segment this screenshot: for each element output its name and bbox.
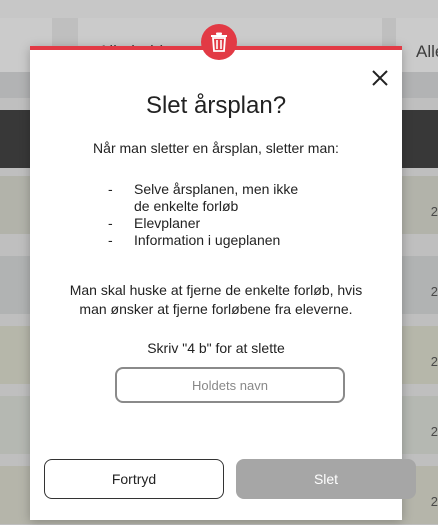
dialog-title: Slet årsplan?: [145, 92, 287, 119]
list-item: - Elevplaner: [108, 215, 201, 231]
dialog-intro: Når man sletter en årsplan, sletter man:: [93, 140, 339, 156]
delete-yearplan-dialog: Slet årsplan? Når man sletter en årsplan…: [30, 24, 416, 520]
close-icon[interactable]: [368, 66, 392, 90]
cancel-button[interactable]: Fortryd: [44, 459, 224, 499]
confirm-instruction: Skriv "4 b" for at slette: [147, 340, 285, 356]
list-item: - Selve årsplanen, men ikke de enkelte f…: [108, 181, 299, 214]
list-item: - Information i ugeplanen: [108, 232, 281, 248]
trash-icon: [201, 24, 237, 60]
deleted-items-list: - Selve årsplanen, men ikke de enkelte f…: [108, 181, 298, 249]
team-name-input[interactable]: [115, 367, 345, 403]
delete-button[interactable]: Slet: [236, 459, 416, 499]
dialog-note: Man skal huske at fjerne de enkelte forl…: [69, 282, 363, 317]
